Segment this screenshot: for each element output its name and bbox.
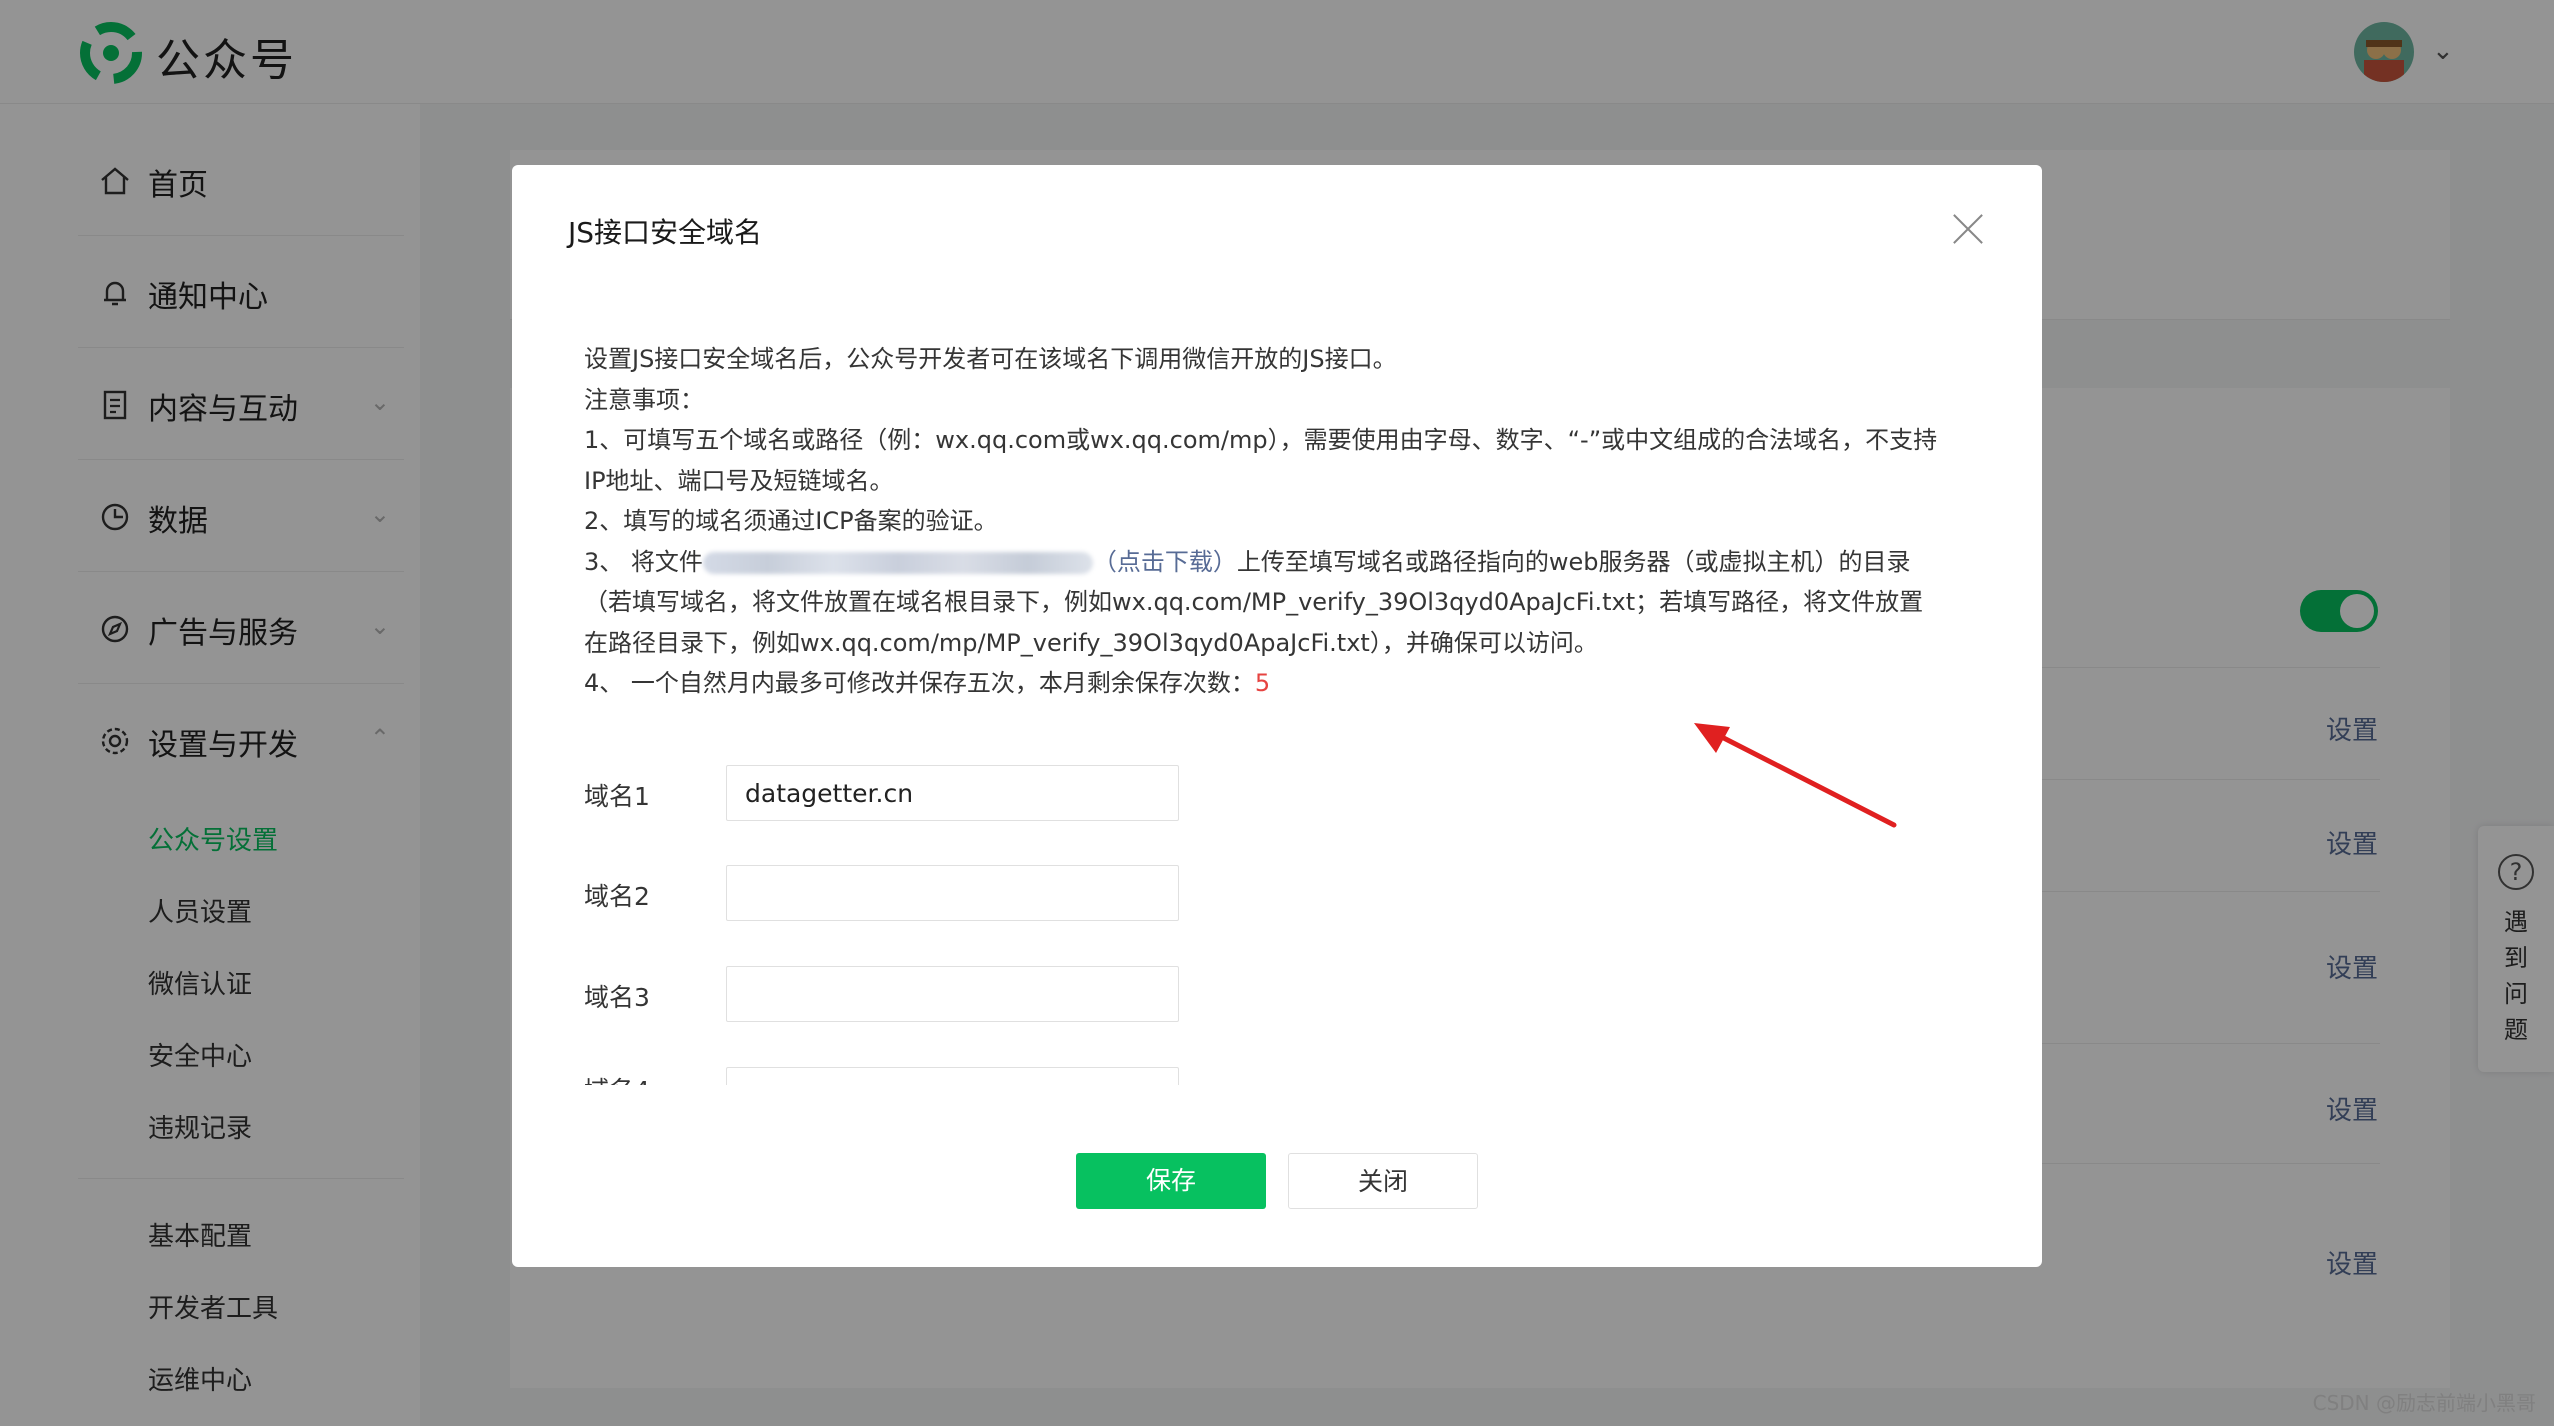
- note-1-continued: IP地址、端口号及短链域名。: [584, 466, 894, 495]
- domain-row-4: 域名4: [584, 1067, 1184, 1085]
- scroll-clip: 域名4: [512, 1067, 2042, 1085]
- note-4: 4、 一个自然月内最多可修改并保存五次，本月剩余保存次数：5: [584, 663, 1984, 704]
- annotation-arrow-icon: [1694, 723, 1897, 828]
- js-domain-dialog: JS接口安全域名 设置JS接口安全域名后，公众号开发者可在该域名下调用微信开放的…: [512, 165, 2042, 1267]
- domain-label: 域名4: [584, 1071, 650, 1085]
- close-button[interactable]: 关闭: [1288, 1153, 1478, 1209]
- blurred-filename: [702, 551, 1093, 574]
- save-button[interactable]: 保存: [1076, 1153, 1266, 1209]
- dialog-description: 设置JS接口安全域名后，公众号开发者可在该域名下调用微信开放的JS接口。 注意事…: [584, 339, 1984, 704]
- dialog-title: JS接口安全域名: [568, 216, 763, 249]
- remaining-count: 5: [1254, 669, 1271, 697]
- domain-input-1[interactable]: [726, 765, 1179, 821]
- notes-label: 注意事项：: [584, 385, 704, 414]
- note-3-prefix: 3、 将文件: [584, 547, 703, 576]
- close-icon[interactable]: [1950, 211, 1986, 247]
- domain-label: 域名1: [584, 782, 650, 811]
- note-4-prefix: 4、 一个自然月内最多可修改并保存五次，本月剩余保存次数：: [584, 669, 1255, 697]
- note-3-continued-2: 在路径目录下，例如wx.qq.com/mp/MP_verify_39Ol3qyd…: [584, 628, 1598, 657]
- download-link[interactable]: （点击下载）: [1093, 548, 1237, 576]
- domain-input-2[interactable]: [726, 865, 1179, 921]
- note-2: 2、填写的域名须通过ICP备案的验证。: [584, 507, 998, 535]
- note-3-continued: （若填写域名，将文件放置在域名根目录下，例如wx.qq.com/MP_verif…: [584, 588, 1924, 616]
- domain-input-4[interactable]: [726, 1067, 1179, 1085]
- domain-row-1: 域名1: [584, 765, 1184, 821]
- domain-row-2: 域名2: [584, 865, 1184, 921]
- domain-row-3: 域名3: [584, 966, 1184, 1022]
- note-3: 3、 将文件 （点击下载）上传至填写域名或路径指向的web服务器（或虚拟主机）的目…: [584, 542, 1984, 583]
- domain-label: 域名2: [584, 882, 650, 911]
- note-3-suffix: 上传至填写域名或路径指向的web服务器（或虚拟主机）的目录: [1236, 547, 1911, 576]
- domain-label: 域名3: [584, 983, 650, 1012]
- intro-text: 设置JS接口安全域名后，公众号开发者可在该域名下调用微信开放的JS接口。: [584, 345, 1397, 373]
- domain-input-3[interactable]: [726, 966, 1179, 1022]
- note-1: 1、可填写五个域名或路径（例：wx.qq.com或wx.qq.com/mp），需…: [584, 426, 1938, 454]
